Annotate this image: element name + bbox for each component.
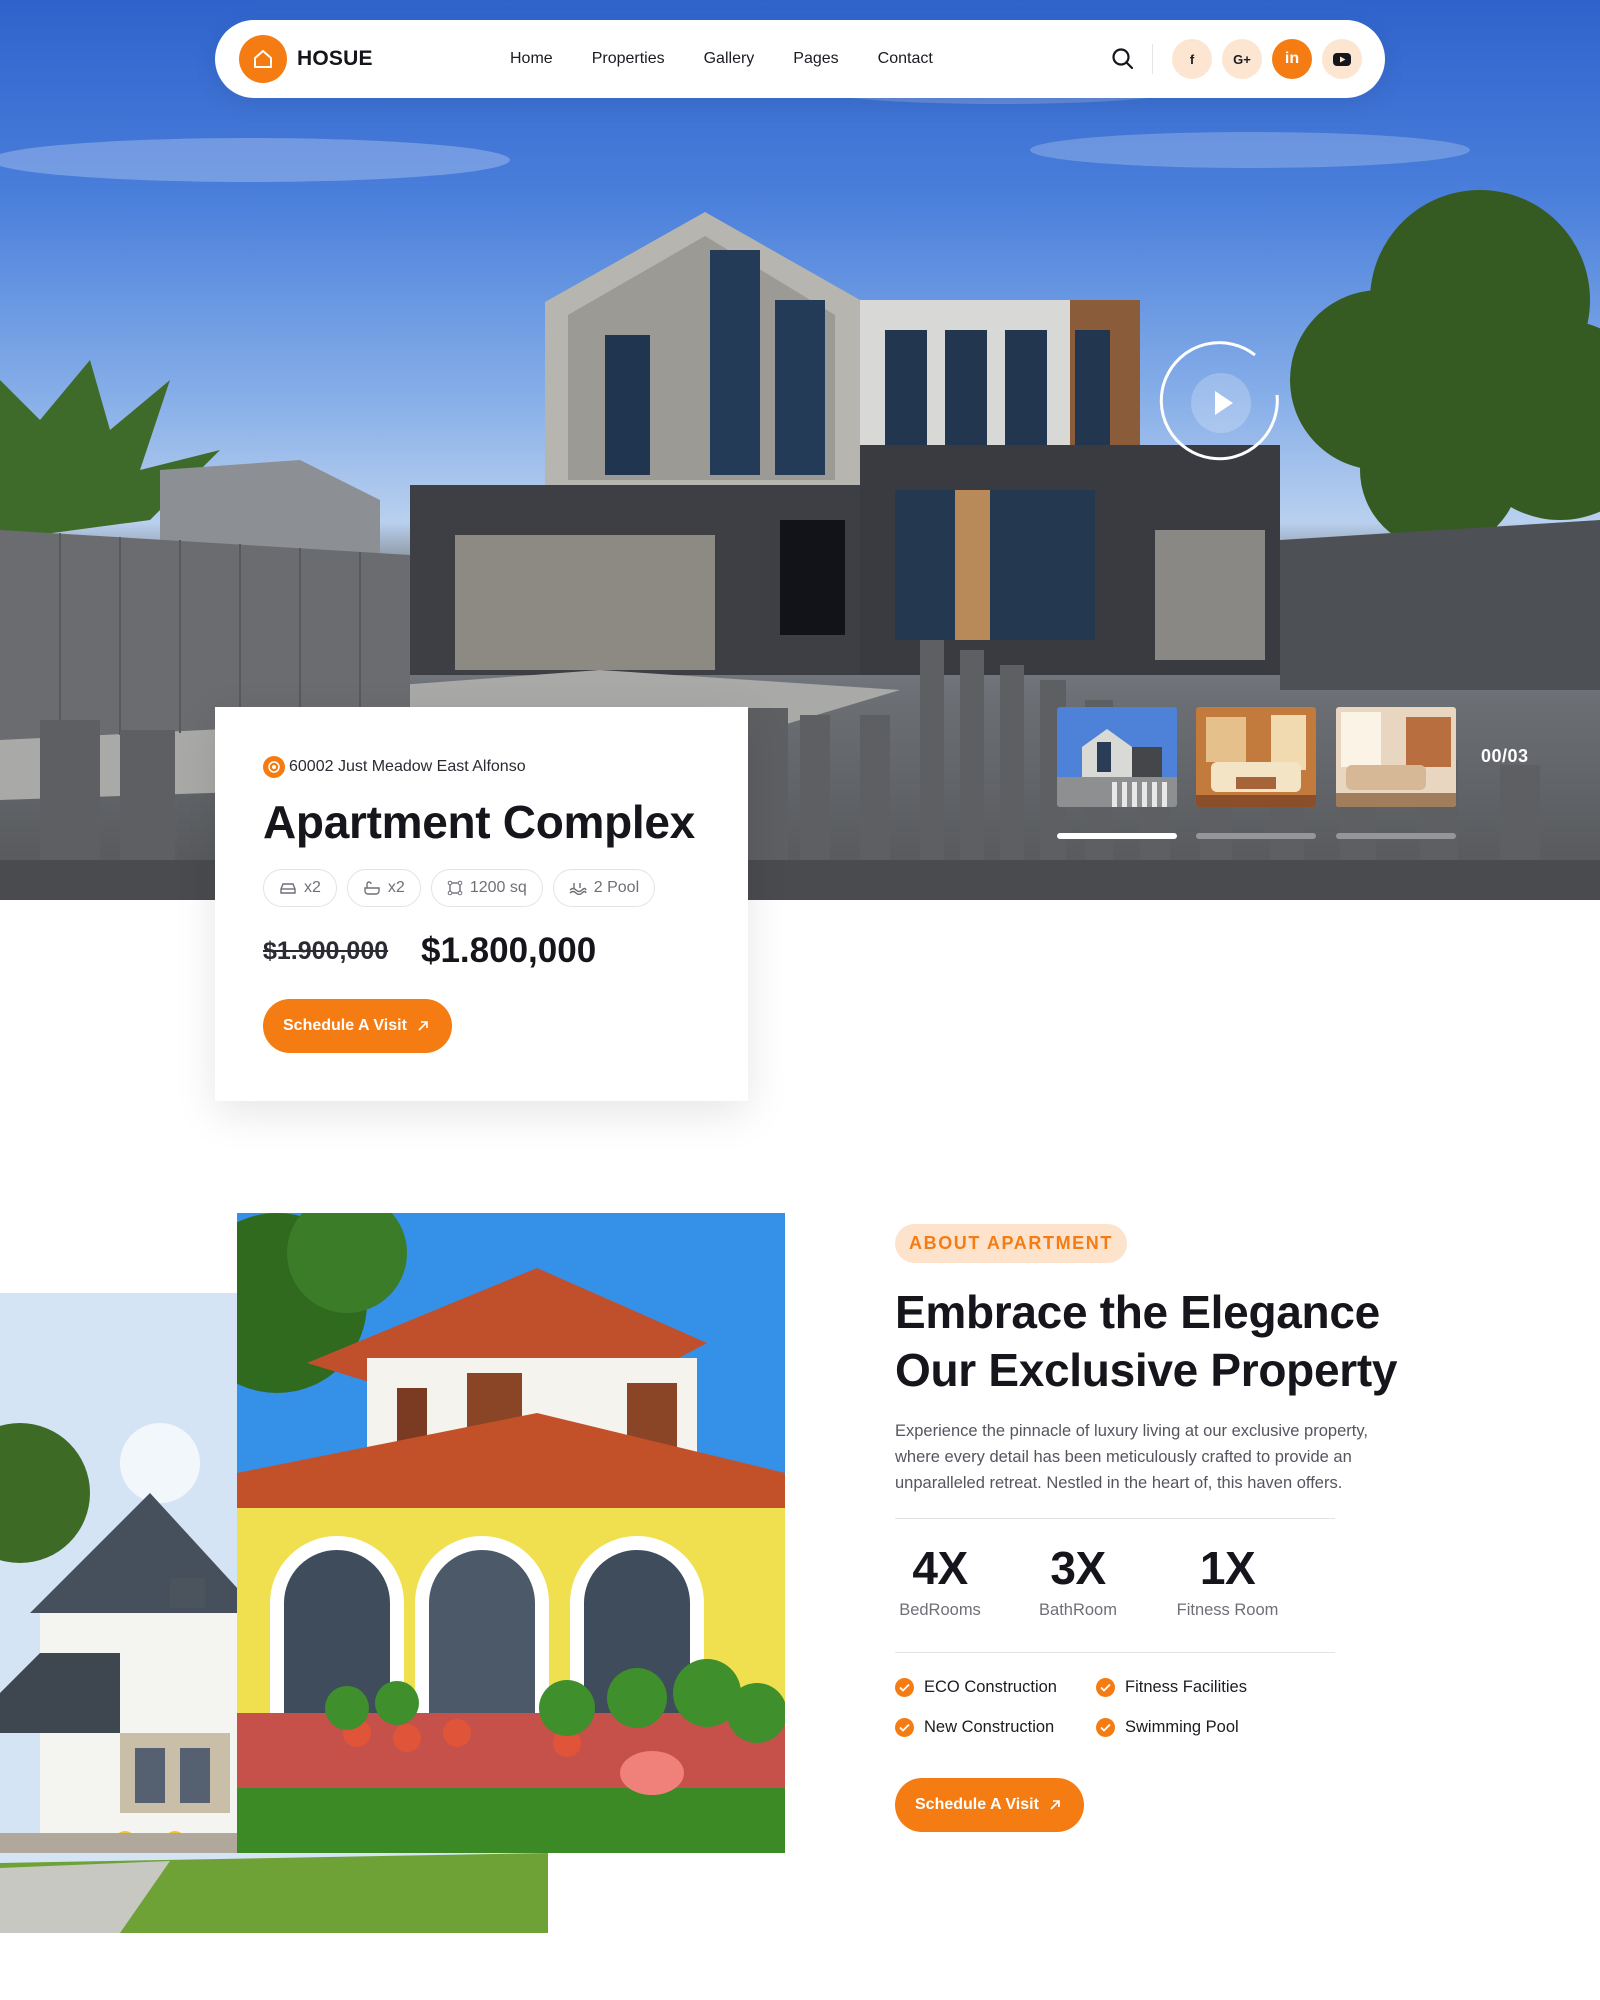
area-icon (447, 880, 463, 896)
linkedin-icon[interactable]: in (1272, 39, 1312, 79)
schedule-visit-button[interactable]: Schedule A Visit (263, 999, 452, 1053)
yellow-house-photo (237, 1213, 785, 1853)
nav-properties[interactable]: Properties (592, 50, 665, 68)
about-tag: ABOUT APARTMENT (895, 1224, 1127, 1263)
thumbnail-lounge[interactable] (1336, 707, 1456, 807)
house-logo-icon (239, 35, 287, 83)
feature-fitness-facilities: Fitness Facilities (1096, 1678, 1247, 1697)
bath-chip: x2 (346, 869, 421, 907)
stat-fitness: 1X Fitness Room (1176, 1542, 1279, 1619)
arrow-up-right-icon (418, 1021, 428, 1031)
property-title: Apartment Complex (263, 796, 695, 848)
brand-logo[interactable]: HOSUE (239, 35, 373, 83)
slide-progress-1[interactable] (1057, 833, 1177, 839)
facebook-icon[interactable]: f (1172, 39, 1212, 79)
property-address: 60002 Just Meadow East Alfonso (263, 756, 526, 778)
address-text: 60002 Just Meadow East Alfonso (289, 758, 526, 775)
stat-bedrooms: 4X BedRooms (899, 1542, 981, 1619)
check-icon (895, 1678, 914, 1697)
check-icon (1096, 1718, 1115, 1737)
pool-chip: 2 Pool (552, 869, 656, 907)
pool-icon (569, 883, 587, 895)
about-schedule-visit-button[interactable]: Schedule A Visit (895, 1778, 1084, 1832)
garage-chip: x2 (263, 869, 337, 907)
divider-bottom (895, 1652, 1335, 1653)
location-pin-icon (263, 756, 285, 778)
google-plus-icon[interactable]: G+ (1222, 39, 1262, 79)
youtube-icon[interactable] (1322, 39, 1362, 79)
brand-name: HOSUE (297, 47, 373, 70)
search-icon[interactable] (1110, 46, 1136, 72)
property-card: 60002 Just Meadow East Alfonso Apartment… (215, 707, 748, 1101)
divider-top (895, 1518, 1335, 1519)
slide-counter: 00/03 (1481, 746, 1529, 766)
car-icon (280, 883, 296, 894)
stat-bathrooms: 3X BathRoom (1039, 1542, 1117, 1619)
nav-pages[interactable]: Pages (793, 50, 838, 68)
bath-icon (364, 881, 380, 895)
thumbnail-house-exterior[interactable] (1057, 707, 1177, 807)
slide-progress-2[interactable] (1196, 833, 1316, 839)
old-price: $1.900,000 (263, 937, 389, 965)
current-price: $1.800,000 (421, 931, 597, 970)
nav-divider (1152, 44, 1153, 74)
thumbnail-living-room[interactable] (1196, 707, 1316, 807)
main-menu: Home Properties Gallery Pages Contact (510, 20, 972, 98)
arrow-up-right-icon (1050, 1800, 1060, 1810)
check-icon (895, 1718, 914, 1737)
about-description: Experience the pinnacle of luxury living… (895, 1422, 1368, 1492)
feature-new-construction: New Construction (895, 1718, 1054, 1737)
area-chip: 1200 sq (430, 869, 543, 907)
feature-eco-construction: ECO Construction (895, 1678, 1057, 1697)
about-heading: Embrace the Elegance Our Exclusive Prope… (895, 1286, 1398, 1396)
property-features: x2 x2 1200 sq 2 Pool (263, 869, 665, 907)
nav-contact[interactable]: Contact (878, 50, 933, 68)
top-navbar: HOSUE Home Properties Gallery Pages Cont… (215, 20, 1385, 98)
play-video-button[interactable] (1155, 337, 1287, 469)
nav-home[interactable]: Home (510, 50, 553, 68)
check-icon (1096, 1678, 1115, 1697)
feature-swimming-pool: Swimming Pool (1096, 1718, 1239, 1737)
slide-progress-3[interactable] (1336, 833, 1456, 839)
nav-gallery[interactable]: Gallery (704, 50, 755, 68)
